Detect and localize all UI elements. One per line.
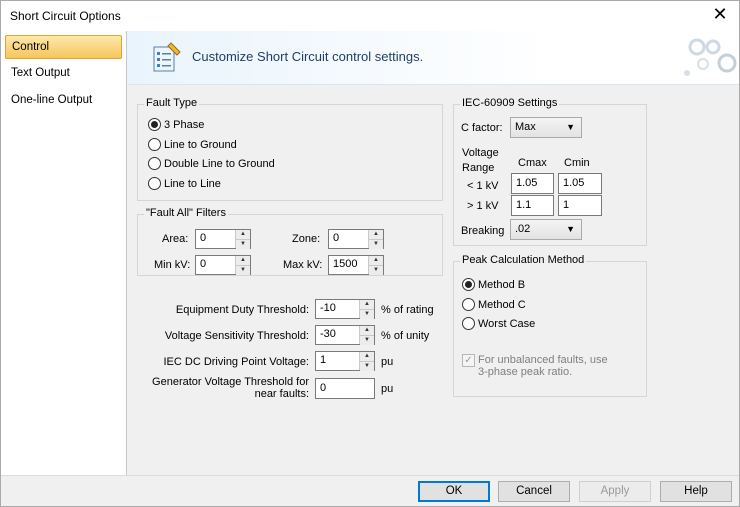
duty-threshold-label: Equipment Duty Threshold: — [175, 304, 309, 316]
up-arrow-icon[interactable]: ▲ — [369, 230, 383, 239]
gt-1kv-cmin-input[interactable]: 1 — [558, 195, 602, 216]
cmax-header: Cmax — [518, 157, 547, 169]
header-title: Customize Short Circuit control settings… — [192, 49, 424, 64]
min-kv-stepper[interactable]: 0 ▲ ▼ — [195, 255, 251, 275]
down-arrow-icon[interactable]: ▼ — [236, 265, 250, 275]
lt-1kv-label: < 1 kV — [467, 180, 499, 192]
peak-calculation-group: Peak Calculation Method Method B Method … — [453, 254, 647, 397]
button-bar: OK Cancel Apply Help — [1, 475, 739, 506]
down-arrow-icon[interactable]: ▼ — [236, 239, 250, 249]
iec-dc-label: IEC DC Driving Point Voltage: — [163, 356, 309, 368]
max-kv-stepper[interactable]: 1500 ▲ ▼ — [328, 255, 384, 275]
area-label: Area: — [162, 233, 189, 245]
duty-threshold-unit: % of rating — [381, 304, 434, 316]
voltage-label: Voltage — [462, 147, 499, 159]
sidebar-item-control[interactable]: Control — [5, 35, 122, 59]
fault-type-line-to-line[interactable]: Line to Line — [148, 177, 221, 190]
breaking-label: Breaking — [461, 225, 505, 237]
fault-type-title: Fault Type — [144, 97, 200, 109]
gt-1kv-cmax-input[interactable]: 1.1 — [511, 195, 554, 216]
min-kv-label: Min kV: — [154, 259, 191, 271]
help-button[interactable]: Help — [660, 481, 732, 502]
radio-button[interactable] — [148, 138, 161, 151]
generator-threshold-unit: pu — [381, 383, 394, 395]
filters-title: "Fault All" Filters — [144, 207, 228, 219]
cmin-header: Cmin — [564, 157, 590, 169]
checkmark-icon[interactable]: ✓ — [462, 354, 475, 367]
fault-type-line-to-ground[interactable]: Line to Ground — [148, 138, 237, 151]
ok-button[interactable]: OK — [418, 481, 490, 502]
zone-stepper[interactable]: 0 ▲ ▼ — [328, 229, 384, 249]
radio-button[interactable] — [148, 177, 161, 190]
generator-threshold-label-line2: near faults: — [254, 388, 309, 400]
fault-type-3-phase[interactable]: 3 Phase — [148, 118, 204, 131]
down-arrow-icon[interactable]: ▼ — [369, 265, 383, 275]
up-arrow-icon[interactable]: ▲ — [236, 230, 250, 239]
iec-dc-unit: pu — [381, 356, 394, 368]
down-arrow-icon[interactable]: ▼ — [360, 335, 374, 345]
lt-1kv-cmin-input[interactable]: 1.05 — [558, 173, 602, 194]
fault-type-double-line-to-ground[interactable]: Double Line to Ground — [148, 157, 275, 170]
c-factor-select[interactable]: Max ▼ — [510, 117, 582, 138]
down-arrow-icon[interactable]: ▼ — [369, 239, 383, 249]
range-label: Range — [462, 162, 495, 174]
up-arrow-icon[interactable]: ▲ — [360, 326, 374, 335]
generator-threshold-input[interactable]: 0 — [315, 378, 375, 399]
peak-method-c[interactable]: Method C — [462, 298, 526, 311]
down-arrow-icon[interactable]: ▼ — [360, 361, 374, 371]
sidebar-item-text-output[interactable]: Text Output — [5, 62, 122, 86]
radio-button[interactable] — [462, 317, 475, 330]
window-title: Short Circuit Options — [10, 9, 121, 23]
radio-button[interactable] — [148, 157, 161, 170]
chevron-down-icon: ▼ — [566, 224, 575, 234]
peak-method-b[interactable]: Method B — [462, 278, 525, 291]
duty-threshold-stepper[interactable]: -10 ▲ ▼ — [315, 299, 375, 319]
title-bar: Short Circuit Options ✕ — [1, 1, 739, 31]
sensitivity-threshold-unit: % of unity — [381, 330, 430, 342]
peak-worst-case[interactable]: Worst Case — [462, 317, 535, 330]
lt-1kv-cmax-input[interactable]: 1.05 — [511, 173, 554, 194]
up-arrow-icon[interactable]: ▲ — [236, 256, 250, 265]
radio-button[interactable] — [462, 298, 475, 311]
sensitivity-threshold-stepper[interactable]: -30 ▲ ▼ — [315, 325, 375, 345]
gt-1kv-label: > 1 kV — [467, 200, 499, 212]
down-arrow-icon[interactable]: ▼ — [360, 309, 374, 319]
sidebar: Control Text Output One-line Output — [1, 31, 127, 475]
sidebar-item-one-line-output[interactable]: One-line Output — [5, 89, 122, 113]
up-arrow-icon[interactable]: ▲ — [369, 256, 383, 265]
header-banner: Customize Short Circuit control settings… — [127, 31, 739, 85]
close-icon[interactable]: ✕ — [709, 4, 731, 24]
up-arrow-icon[interactable]: ▲ — [360, 300, 374, 309]
apply-button[interactable]: Apply — [579, 481, 651, 502]
gears-decoration-icon — [684, 38, 737, 76]
iec-title: IEC-60909 Settings — [460, 97, 560, 109]
unbalanced-faults-checkbox[interactable]: ✓ For unbalanced faults, use 3-phase peak… — [462, 354, 608, 378]
radio-button[interactable] — [148, 118, 161, 131]
control-panel: Fault Type 3 Phase Line to Ground Double… — [127, 86, 739, 475]
max-kv-label: Max kV: — [283, 259, 323, 271]
peak-title: Peak Calculation Method — [460, 254, 587, 266]
radio-button[interactable] — [462, 278, 475, 291]
generator-threshold-label-line1: Generator Voltage Threshold for — [152, 376, 309, 388]
zone-label: Zone: — [292, 233, 321, 245]
fault-type-group: Fault Type 3 Phase Line to Ground Double… — [137, 97, 443, 201]
c-factor-label: C factor: — [461, 122, 503, 134]
cancel-button[interactable]: Cancel — [498, 481, 570, 502]
area-stepper[interactable]: 0 ▲ ▼ — [195, 229, 251, 249]
chevron-down-icon: ▼ — [566, 122, 575, 132]
sensitivity-threshold-label: Voltage Sensitivity Threshold: — [164, 330, 309, 342]
up-arrow-icon[interactable]: ▲ — [360, 352, 374, 361]
dialog-window: Short Circuit Options ✕ Control Text Out… — [0, 0, 740, 507]
breaking-select[interactable]: .02 ▼ — [510, 219, 582, 240]
settings-sheet-icon — [153, 42, 181, 72]
iec-dc-stepper[interactable]: 1 ▲ ▼ — [315, 351, 375, 371]
